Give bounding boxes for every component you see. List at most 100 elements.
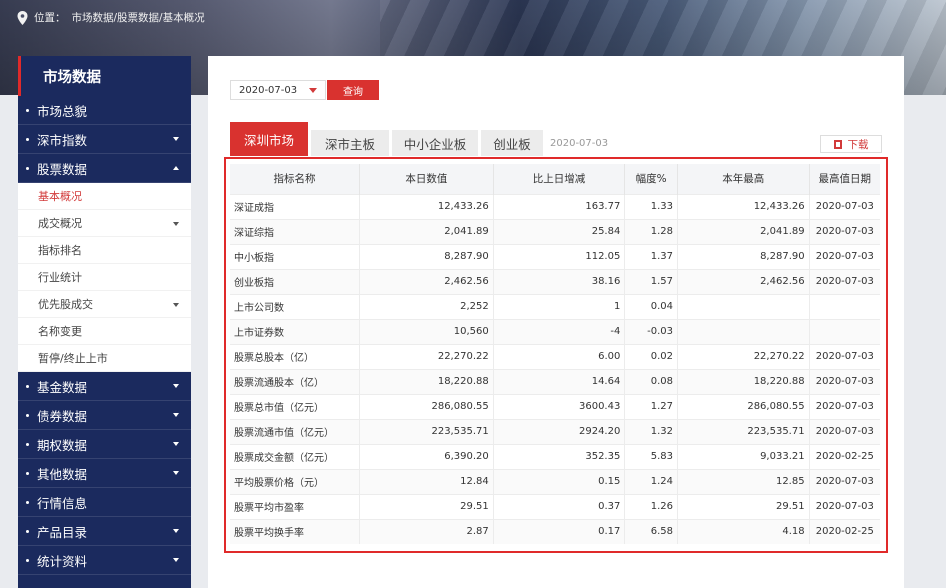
table-cell: 2020-07-03 [809, 468, 880, 494]
table-cell: 12,433.26 [359, 193, 494, 219]
table-cell: 1.26 [624, 493, 678, 519]
table-cell: 6.00 [493, 343, 626, 369]
sidebar-subitem[interactable]: 优先股成交 [18, 291, 191, 318]
table-row: 股票流通股本（亿） 18,220.88 14.64 0.08 18,220.88 2020… [230, 368, 880, 394]
table-cell: 163.77 [493, 193, 626, 219]
table-row: 股票总股本（亿） 22,270.22 6.00 0.02 22,270.22 2020-0… [230, 343, 880, 369]
sidebar-item-label: 市场总貌 [37, 103, 88, 119]
tab-market[interactable]: 创业板 [481, 130, 543, 156]
bullet-icon [26, 384, 29, 388]
table-row: 股票成交金额（亿元） 6,390.20 352.35 5.83 9,033.21 2020… [230, 443, 880, 469]
table-cell: -0.03 [624, 318, 678, 344]
table-cell [677, 293, 810, 319]
sidebar-item[interactable]: 期权数据 [18, 430, 191, 459]
table-cell: 2,041.89 [359, 218, 494, 244]
sidebar-subitem[interactable]: 行业统计 [18, 264, 191, 291]
column-header: 本日数值 [359, 164, 494, 194]
sidebar-item[interactable]: 统计资料 [18, 546, 191, 575]
table-cell [809, 293, 880, 319]
data-table-container: 指标名称 本日数值 比上日增减 幅度% 本年最高 最高值日期 深证成指 12,433.26 1… [224, 157, 888, 553]
table-row: 创业板指 2,462.56 38.16 1.57 2,462.56 2020-07-03 [230, 268, 880, 294]
table-row: 股票总市值（亿元） 286,080.55 3600.43 1.27 286,080.55… [230, 393, 880, 419]
sidebar-item[interactable]: 产品目录 [18, 517, 191, 546]
table-row: 股票平均换手率 2.87 0.17 6.58 4.18 2020-02-25 [230, 518, 880, 544]
sidebar-item[interactable]: 股票数据 [18, 154, 191, 183]
sidebar-item[interactable]: 深市指数 [18, 125, 191, 154]
sidebar-subitem-label: 名称变更 [38, 325, 82, 338]
sidebar-item[interactable]: 其他数据 [18, 459, 191, 488]
bullet-icon [26, 137, 29, 141]
chevron-down-icon [173, 529, 179, 533]
table-cell: 股票总市值（亿元） [230, 393, 361, 419]
table-cell: -4 [493, 318, 626, 344]
sidebar-submenu: 基本概况成交概况 指标排名 行业统计优先股成交名称变更暂停/终止上市 [18, 183, 191, 372]
column-header: 指标名称 [230, 164, 361, 194]
sidebar-item-label: 期权数据 [37, 437, 88, 453]
sidebar-item-label: 统计资料 [37, 553, 88, 569]
table-cell: 18,220.88 [359, 368, 494, 394]
table-cell: 0.08 [624, 368, 678, 394]
table-cell: 12.84 [359, 468, 494, 494]
table-row: 深证综指 2,041.89 25.84 1.28 2,041.89 2020-07-03 [230, 218, 880, 244]
sidebar-item-label: 其他数据 [37, 466, 88, 482]
table-cell: 2,041.89 [677, 218, 810, 244]
table-cell: 2,252 [359, 293, 494, 319]
bullet-icon [26, 471, 29, 475]
sidebar-subitem[interactable]: 指标排名 [18, 237, 191, 264]
chevron-up-icon [173, 166, 179, 170]
table-cell: 2020-07-03 [809, 243, 880, 269]
table-cell: 2.87 [359, 518, 494, 544]
table-cell: 2020-07-03 [809, 218, 880, 244]
date-select[interactable]: 2020-07-03 [230, 80, 326, 100]
tab-market[interactable]: 深圳市场 [230, 122, 308, 156]
sidebar-subitem[interactable]: 基本概况 [18, 183, 191, 210]
table-cell: 2020-07-03 [809, 193, 880, 219]
table-cell: 18,220.88 [677, 368, 810, 394]
table-cell: 股票平均市盈率 [230, 493, 361, 519]
table-cell: 2020-02-25 [809, 518, 880, 544]
table-cell: 112.05 [493, 243, 626, 269]
table-cell: 6,390.20 [359, 443, 494, 469]
table-cell: 上市公司数 [230, 293, 361, 319]
table-cell: 平均股票价格（元） [230, 468, 361, 494]
tab-market[interactable]: 中小企业板 [392, 130, 478, 156]
table-cell: 2020-07-03 [809, 368, 880, 394]
tab-market[interactable]: 深市主板 [311, 130, 389, 156]
sidebar-subitem-label: 暂停/终止上市 [38, 352, 108, 365]
sidebar-subitem[interactable]: 暂停/终止上市 [18, 345, 191, 372]
sidebar-subitem[interactable]: 名称变更 [18, 318, 191, 345]
table-cell: 286,080.55 [359, 393, 494, 419]
table-row: 股票流通市值（亿元） 223,535.71 2924.20 1.32 223,535.7… [230, 418, 880, 444]
sidebar-subitem-label: 基本概况 [38, 190, 82, 203]
query-button[interactable]: 查询 [327, 80, 379, 100]
table-cell: 4.18 [677, 518, 810, 544]
table-row: 中小板指 8,287.90 112.05 1.37 8,287.90 2020-07-03 [230, 243, 880, 269]
sidebar-item-label: 债券数据 [37, 408, 88, 424]
sidebar: 市场数据 市场总貌 深市指数 股票数据 基本概况 成交概况 指标排名 行业统计 优先股成交名… [18, 56, 191, 588]
table-cell: 中小板指 [230, 243, 361, 269]
pdf-icon [833, 139, 842, 149]
sidebar-item[interactable]: 行情信息 [18, 488, 191, 517]
download-button[interactable]: 下载 [820, 135, 882, 153]
sidebar-item[interactable]: 市场总貌 [18, 96, 191, 125]
sidebar-subitem[interactable]: 成交概况 [18, 210, 191, 237]
chevron-down-icon [173, 384, 179, 388]
table-cell: 5.83 [624, 443, 678, 469]
sidebar-item[interactable]: 债券数据 [18, 401, 191, 430]
tab-date: 2020-07-03 [550, 137, 609, 149]
market-overview-table: 指标名称 本日数值 比上日增减 幅度% 本年最高 最高值日期 深证成指 12,433.26 1… [230, 164, 880, 544]
breadcrumb-path[interactable]: 市场数据/股票数据/基本概况 [72, 10, 205, 25]
bullet-icon [26, 529, 29, 533]
table-cell: 25.84 [493, 218, 626, 244]
chevron-down-icon [173, 303, 179, 307]
table-cell: 股票总股本（亿） [230, 343, 361, 369]
sidebar-subitem-label: 优先股成交 [38, 298, 93, 311]
table-cell: 股票平均换手率 [230, 518, 361, 544]
table-cell: 38.16 [493, 268, 626, 294]
sidebar-item[interactable]: 基金数据 [18, 372, 191, 401]
table-cell: 1.24 [624, 468, 678, 494]
table-cell: 2020-02-25 [809, 443, 880, 469]
table-cell: 0.37 [493, 493, 626, 519]
chevron-down-icon [173, 137, 179, 141]
chevron-down-icon [309, 88, 317, 93]
